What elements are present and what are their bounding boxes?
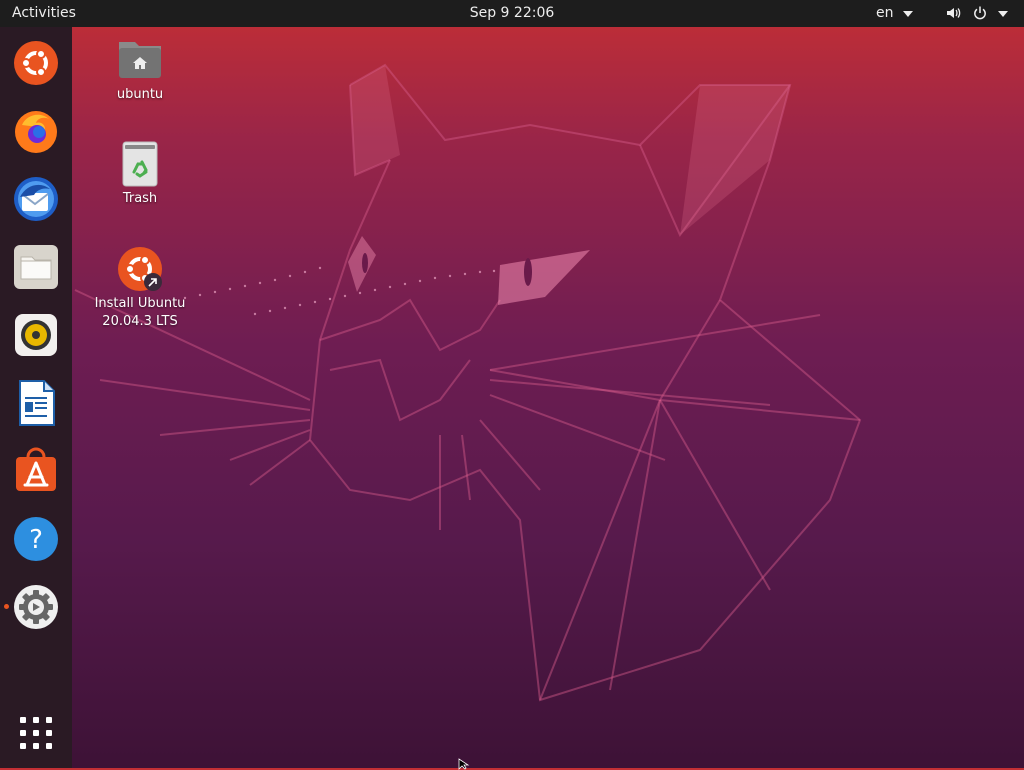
svg-text:?: ?: [29, 525, 43, 555]
mouse-pointer-icon: [458, 758, 470, 770]
show-applications-button[interactable]: [12, 709, 60, 757]
home-folder-icon: [116, 36, 164, 84]
speaker-icon[interactable]: [945, 5, 961, 25]
trash-icon: [116, 140, 164, 188]
wallpaper: [74, 63, 862, 702]
grid-icon: [20, 717, 52, 749]
help-icon: ?: [14, 517, 58, 561]
software-icon: [16, 447, 56, 491]
firefox-icon: [15, 111, 57, 153]
desktop-icon-label: ubuntu: [116, 87, 164, 102]
desktop-icon-trash[interactable]: Trash: [90, 140, 190, 208]
dock-item-thunderbird[interactable]: [12, 175, 60, 223]
settings-icon: [14, 585, 58, 629]
files-icon: [14, 245, 58, 289]
dock-item-writer[interactable]: [12, 379, 60, 427]
dock-item-files[interactable]: [12, 243, 60, 291]
dock-item-rhythmbox[interactable]: [12, 311, 60, 359]
desktop-icon-install-ubuntu[interactable]: Install Ubuntu 20.04.3 LTS: [90, 245, 190, 331]
clock[interactable]: Sep 9 22:06: [470, 5, 555, 21]
activities-button[interactable]: Activities: [12, 5, 76, 21]
desktop-icon-label-line1: Install Ubuntu: [94, 296, 186, 311]
desktop-icon-label-line2: 20.04.3 LTS: [102, 314, 178, 329]
clock-container: Sep 9 22:06: [0, 5, 1024, 21]
dock-item-ubuntu[interactable]: [12, 39, 60, 87]
language-indicator[interactable]: en: [876, 5, 894, 21]
system-menu-dropdown-icon[interactable]: [998, 11, 1008, 17]
running-indicator: [4, 604, 9, 609]
rhythmbox-icon: [15, 314, 57, 356]
writer-icon: [19, 380, 55, 426]
ubuntu-logo-icon: [14, 41, 58, 85]
desktop-icon-label: Trash: [122, 191, 158, 206]
dock: ?: [0, 27, 72, 768]
thunderbird-icon: [14, 177, 58, 221]
dock-item-software[interactable]: [12, 447, 60, 495]
dock-item-settings[interactable]: [12, 583, 60, 631]
desktop-icon-home[interactable]: ubuntu: [90, 36, 190, 104]
dock-item-help[interactable]: ?: [12, 515, 60, 563]
install-ubuntu-icon: [116, 245, 164, 293]
dock-item-firefox[interactable]: [12, 107, 60, 155]
power-icon[interactable]: [972, 5, 988, 25]
language-dropdown-icon[interactable]: [903, 11, 913, 17]
top-bar: Activities Sep 9 22:06 en: [0, 0, 1024, 27]
